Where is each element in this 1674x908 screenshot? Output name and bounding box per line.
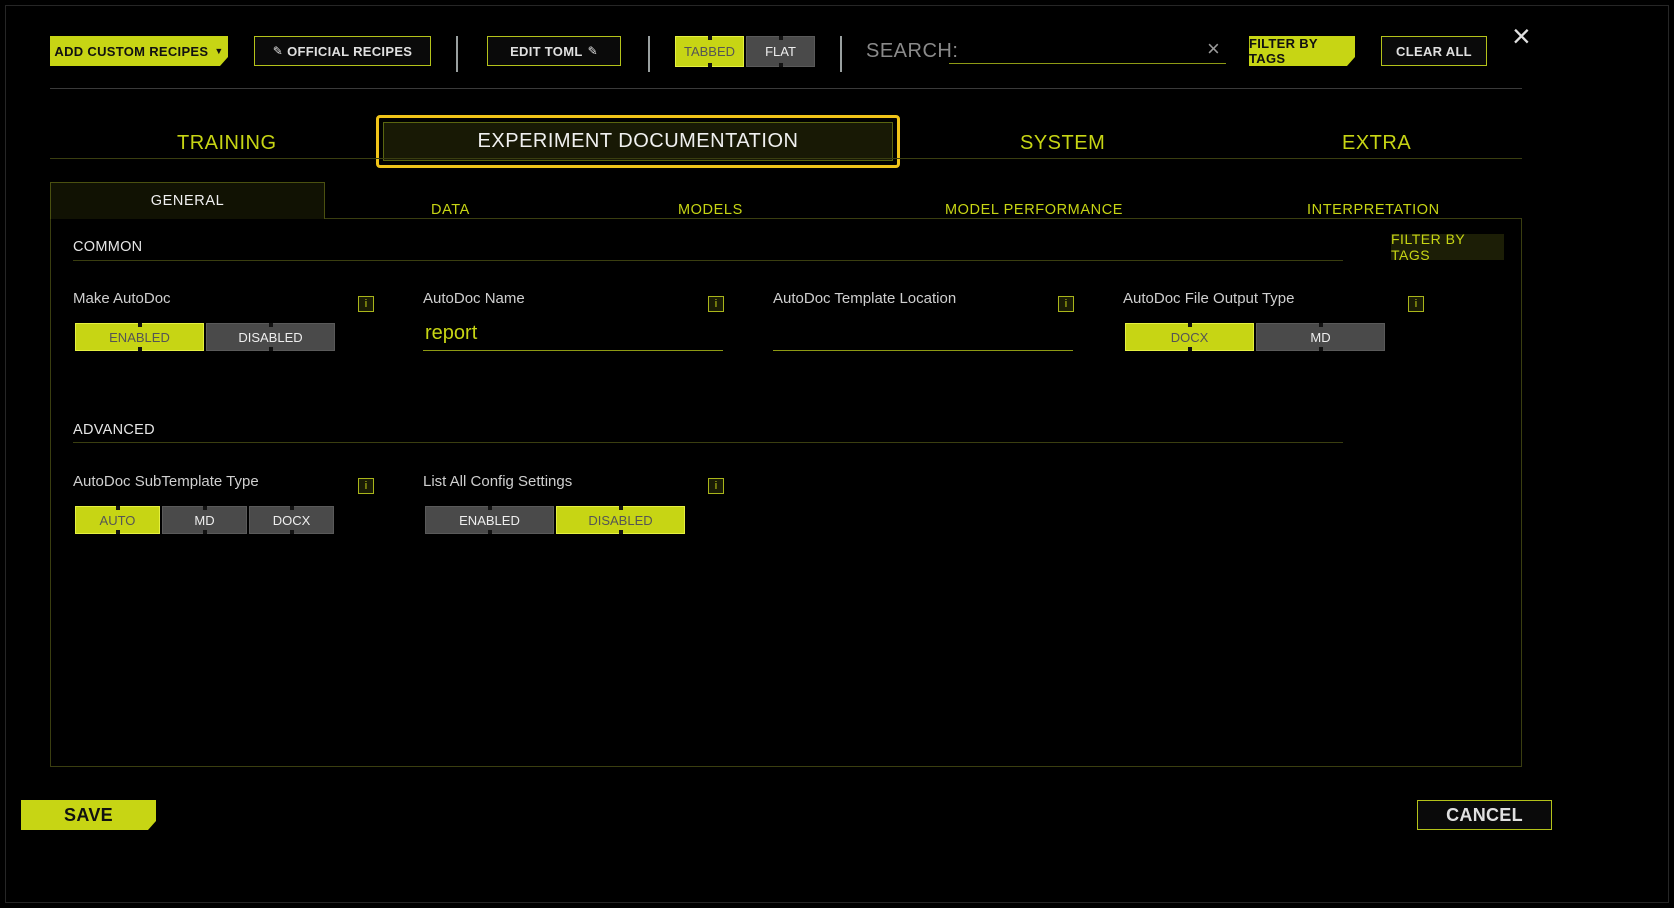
template-location-label: AutoDoc Template Location: [773, 290, 956, 307]
view-mode-toggle: TABBED FLAT: [675, 36, 815, 67]
subtemplate-type-toggle: AUTO MD DOCX: [75, 506, 334, 534]
file-output-type-label: AutoDoc File Output Type: [1123, 290, 1294, 307]
tab-extra[interactable]: EXTRA: [1342, 132, 1411, 155]
subtab-general-label: GENERAL: [151, 193, 225, 209]
template-location-input[interactable]: [773, 322, 1073, 351]
make-autodoc-enabled[interactable]: ENABLED: [75, 323, 204, 351]
cancel-label: CANCEL: [1446, 805, 1523, 826]
tab-training[interactable]: TRAINING: [177, 132, 277, 155]
file-output-docx[interactable]: DOCX: [1125, 323, 1254, 351]
toolbar-divider: [456, 36, 458, 72]
section-title-advanced: ADVANCED: [73, 422, 155, 438]
make-autodoc-label: Make AutoDoc: [73, 290, 171, 307]
edit-toml-label: EDIT TOML: [510, 44, 583, 59]
info-icon[interactable]: i: [708, 478, 724, 494]
view-tabbed-label: TABBED: [684, 44, 735, 59]
clear-all-button[interactable]: CLEAR ALL: [1381, 36, 1487, 66]
tab-system[interactable]: SYSTEM: [1020, 132, 1105, 155]
search-input[interactable]: [949, 36, 1226, 64]
subtab-models[interactable]: MODELS: [678, 202, 743, 218]
autodoc-name-label: AutoDoc Name: [423, 290, 525, 307]
subtemplate-md[interactable]: MD: [162, 506, 247, 534]
add-custom-recipes-label: ADD CUSTOM RECIPES: [54, 44, 208, 59]
option-label: MD: [194, 513, 214, 528]
list-all-config-toggle: ENABLED DISABLED: [425, 506, 685, 534]
option-label: ENABLED: [109, 330, 170, 345]
subtemplate-type-label: AutoDoc SubTemplate Type: [73, 473, 259, 490]
file-output-type-toggle: DOCX MD: [1125, 323, 1385, 351]
option-label: MD: [1310, 330, 1330, 345]
make-autodoc-toggle: ENABLED DISABLED: [75, 323, 335, 351]
close-icon[interactable]: ×: [1512, 20, 1531, 52]
view-tabbed-option[interactable]: TABBED: [675, 36, 744, 67]
option-label: ENABLED: [459, 513, 520, 528]
main-tabs-underline: [50, 158, 1522, 159]
filter-by-tags-button[interactable]: FILTER BY TAGS: [1249, 36, 1355, 66]
subtab-general[interactable]: GENERAL: [50, 182, 325, 219]
info-icon[interactable]: i: [358, 478, 374, 494]
info-icon[interactable]: i: [1408, 296, 1424, 312]
save-label: SAVE: [64, 805, 113, 826]
section-title-common: COMMON: [73, 239, 142, 255]
clear-search-icon[interactable]: ×: [1207, 36, 1220, 62]
toolbar-divider: [648, 36, 650, 72]
edit-toml-button[interactable]: EDIT TOML ✎: [487, 36, 621, 66]
pencil-icon: ✎: [588, 44, 598, 58]
section-filter-by-tags-button[interactable]: FILTER BY TAGS: [1391, 234, 1504, 260]
toolbar-underline: [50, 88, 1522, 89]
make-autodoc-disabled[interactable]: DISABLED: [206, 323, 335, 351]
section-divider: [73, 260, 1343, 261]
cancel-button[interactable]: CANCEL: [1417, 800, 1552, 830]
list-all-config-label: List All Config Settings: [423, 473, 572, 490]
option-label: DISABLED: [238, 330, 302, 345]
info-icon[interactable]: i: [358, 296, 374, 312]
save-button[interactable]: SAVE: [21, 800, 156, 830]
subtab-data[interactable]: DATA: [431, 202, 470, 218]
section-filter-by-tags-label: FILTER BY TAGS: [1391, 231, 1504, 263]
view-flat-label: FLAT: [765, 44, 796, 59]
autodoc-name-value: report: [423, 322, 477, 344]
wrench-icon: ✎: [273, 44, 283, 58]
option-label: DOCX: [273, 513, 311, 528]
autodoc-name-input[interactable]: report: [423, 322, 723, 351]
subtab-interpretation[interactable]: INTERPRETATION: [1307, 202, 1440, 218]
tab-experiment-documentation[interactable]: EXPERIMENT DOCUMENTATION: [376, 115, 900, 168]
filter-by-tags-label: FILTER BY TAGS: [1249, 36, 1355, 66]
tab-experiment-documentation-label: EXPERIMENT DOCUMENTATION: [478, 130, 799, 153]
official-recipes-label: OFFICIAL RECIPES: [287, 44, 412, 59]
list-all-config-enabled[interactable]: ENABLED: [425, 506, 554, 534]
subtemplate-auto[interactable]: AUTO: [75, 506, 160, 534]
add-custom-recipes-button[interactable]: ADD CUSTOM RECIPES ▼: [50, 36, 228, 66]
toolbar-divider: [840, 36, 842, 72]
list-all-config-disabled[interactable]: DISABLED: [556, 506, 685, 534]
file-output-md[interactable]: MD: [1256, 323, 1385, 351]
info-icon[interactable]: i: [1058, 296, 1074, 312]
subtab-model-performance[interactable]: MODEL PERFORMANCE: [945, 202, 1123, 218]
option-label: AUTO: [100, 513, 136, 528]
option-label: DISABLED: [588, 513, 652, 528]
subtemplate-docx[interactable]: DOCX: [249, 506, 334, 534]
caret-down-icon: ▼: [214, 46, 223, 56]
option-label: DOCX: [1171, 330, 1209, 345]
section-divider: [73, 442, 1343, 443]
view-flat-option[interactable]: FLAT: [746, 36, 815, 67]
official-recipes-button[interactable]: ✎ OFFICIAL RECIPES: [254, 36, 431, 66]
search-label: SEARCH:: [866, 40, 958, 63]
clear-all-label: CLEAR ALL: [1396, 44, 1472, 59]
info-icon[interactable]: i: [708, 296, 724, 312]
